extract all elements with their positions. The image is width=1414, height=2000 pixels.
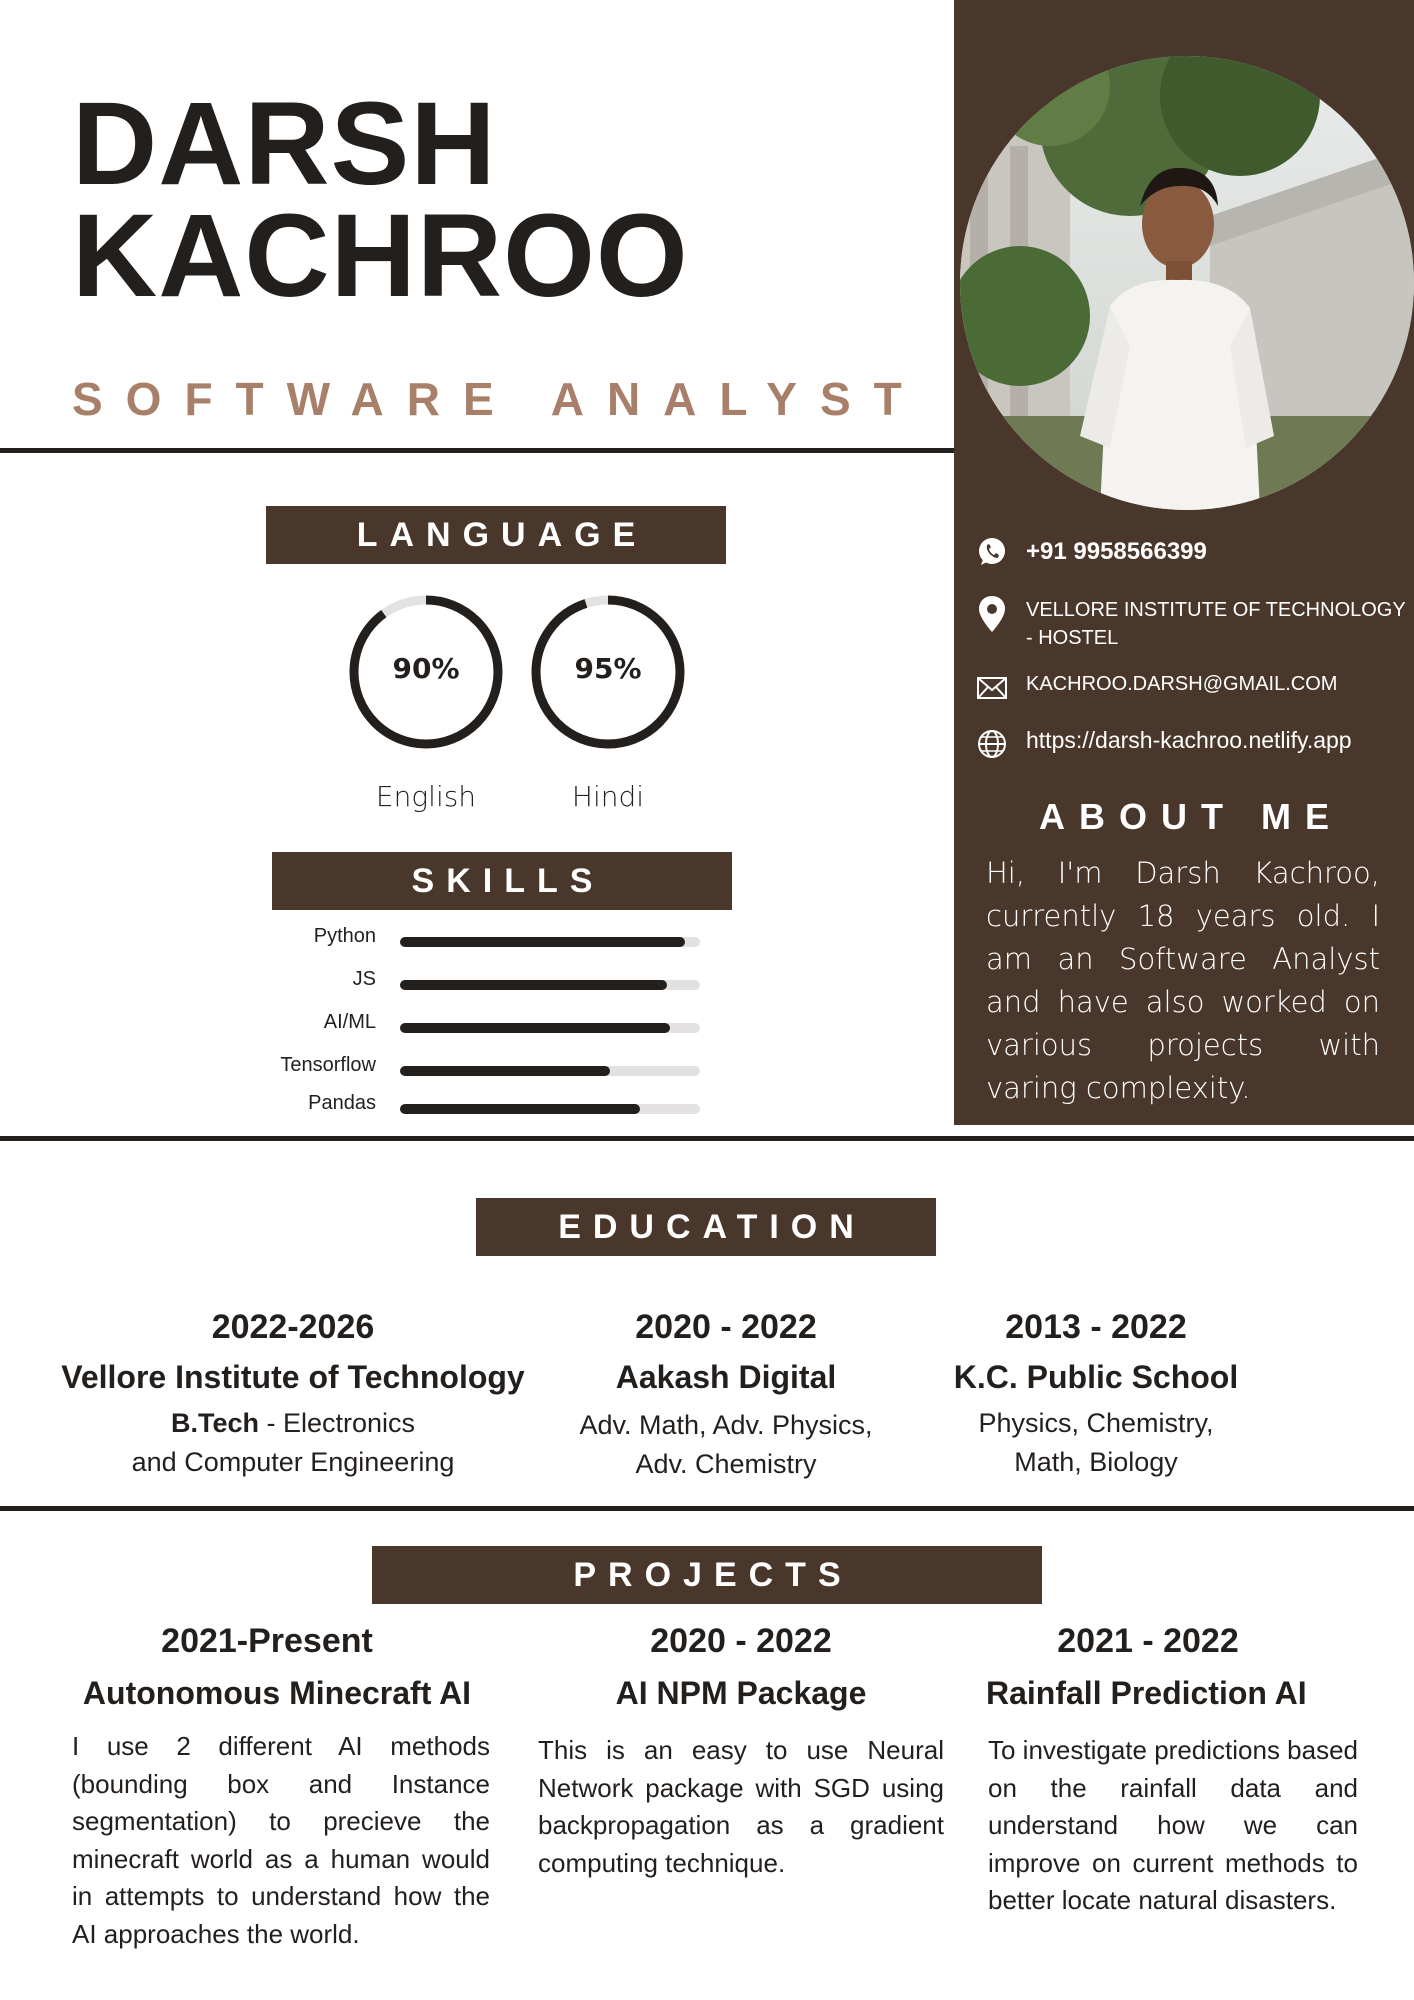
first-name: DARSH — [72, 78, 497, 210]
envelope-icon — [974, 670, 1010, 706]
skill-bar-fill — [400, 1066, 610, 1076]
project-years: 2021-Present — [161, 1622, 373, 1660]
phone-number: +91 9958566399 — [1026, 538, 1207, 565]
header-divider — [0, 448, 954, 453]
education-institution: Aakash Digital — [615, 1359, 837, 1395]
education-heading: EDUCATION — [476, 1198, 936, 1256]
skill-bar-fill — [400, 1023, 670, 1033]
job-title: SOFTWARE ANALYST — [72, 373, 925, 425]
globe-icon — [974, 726, 1010, 762]
project-years: 2021 - 2022 — [1057, 1622, 1239, 1660]
language-ring-english: 90% — [346, 592, 506, 757]
education-detail-line2: Adv. Chemistry — [635, 1449, 817, 1479]
education-divider — [0, 1506, 1414, 1511]
skill-bar-track — [400, 1104, 700, 1114]
skill-bar-fill — [400, 937, 685, 947]
skill-label: Python — [313, 925, 376, 947]
skill-label: JS — [352, 968, 376, 990]
skill-bar-track — [400, 1023, 700, 1033]
project-description: This is an easy to use Neural Network pa… — [538, 1735, 944, 1878]
contact-address: VELLORE INSTITUTE OF TECHNOLOGY - HOSTEL — [974, 596, 1414, 652]
education-item-vit: 2022-2026 Vellore Institute of Technolog… — [40, 1308, 546, 1482]
education-detail-line2: Math, Biology — [1014, 1447, 1178, 1477]
project-years: 2020 - 2022 — [650, 1622, 832, 1660]
about-me-heading: ABOUT ME — [1039, 796, 1343, 837]
education-years: 2020 - 2022 — [635, 1308, 817, 1346]
skills-heading: SKILLS — [272, 852, 732, 910]
project-name: Rainfall Prediction AI — [986, 1675, 1307, 1711]
english-percent: 90% — [392, 652, 460, 685]
project-name: Autonomous Minecraft AI — [82, 1675, 472, 1711]
education-institution: Vellore Institute of Technology — [61, 1359, 525, 1395]
language-heading: LANGUAGE — [266, 506, 726, 564]
education-detail: B.Tech - Electronics — [40, 1404, 546, 1443]
skill-bar-track — [400, 980, 700, 990]
education-institution: K.C. Public School — [953, 1359, 1239, 1395]
contact-email[interactable]: KACHROO.DARSH@GMAIL.COM — [974, 670, 1414, 706]
hindi-percent: 95% — [574, 652, 642, 685]
project-item-npm: 2020 - 2022 AI NPM Package This is an ea… — [538, 1622, 944, 1882]
hindi-label: Hindi — [571, 780, 645, 813]
profile-photo — [960, 56, 1414, 510]
skill-label: Pandas — [308, 1092, 376, 1114]
skill-label: Tensorflow — [280, 1054, 376, 1076]
contact-phone[interactable]: +91 9958566399 — [974, 534, 1414, 570]
skill-bar-fill — [400, 1104, 640, 1114]
language-ring-hindi: 95% — [528, 592, 688, 757]
website-link[interactable]: https://darsh-kachroo.netlify.app — [1026, 726, 1414, 754]
skills-divider — [0, 1136, 1414, 1141]
projects-heading: PROJECTS — [372, 1546, 1042, 1604]
email-address: KACHROO.DARSH@GMAIL.COM — [1026, 673, 1338, 695]
skill-bar-track — [400, 1066, 700, 1076]
contact-website[interactable]: https://darsh-kachroo.netlify.app — [974, 726, 1414, 762]
education-item-kc: 2013 - 2022 K.C. Public School Physics, … — [906, 1308, 1286, 1482]
name-heading: DARSH KACHROO — [72, 78, 689, 322]
education-years: 2013 - 2022 — [1005, 1308, 1187, 1346]
skill-bar-track — [400, 937, 700, 947]
english-label: English — [375, 780, 477, 813]
education-detail-line2: and Computer Engineering — [131, 1447, 455, 1477]
project-name: AI NPM Package — [615, 1675, 867, 1711]
education-detail-line1: Physics, Chemistry, — [978, 1408, 1214, 1438]
skill-bar-fill — [400, 980, 667, 990]
location-pin-icon — [974, 596, 1010, 632]
project-description: To investigate predictions based on the … — [988, 1735, 1359, 1915]
about-me-text: Hi, I'm Darsh Kachroo, currently 18 year… — [986, 856, 1380, 1105]
education-years: 2022-2026 — [211, 1308, 375, 1346]
education-item-aakash: 2020 - 2022 Aakash Digital Adv. Math, Ad… — [536, 1308, 916, 1484]
whatsapp-icon — [974, 534, 1010, 570]
education-detail-line1: Adv. Math, Adv. Physics, — [579, 1410, 873, 1440]
degree-name: B.Tech — [170, 1408, 259, 1438]
project-item-rainfall: 2021 - 2022 Rainfall Prediction AI To in… — [986, 1622, 1359, 1920]
skill-label: AI/ML — [323, 1011, 376, 1033]
last-name: KACHROO — [72, 190, 689, 322]
project-item-minecraft: 2021-Present Autonomous Minecraft AI I u… — [72, 1622, 490, 1953]
project-description: I use 2 different AI methods (bounding b… — [72, 1731, 490, 1949]
address-text: VELLORE INSTITUTE OF TECHNOLOGY - HOSTEL — [1026, 599, 1406, 649]
education-detail-line1: - Electronics — [258, 1408, 416, 1438]
